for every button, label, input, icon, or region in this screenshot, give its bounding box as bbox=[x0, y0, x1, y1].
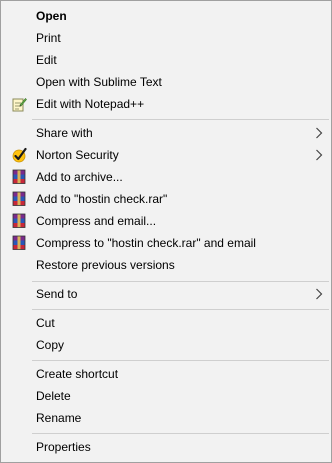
chevron-right-icon bbox=[316, 149, 323, 161]
menu-item-create-shortcut[interactable]: Create shortcut bbox=[3, 363, 329, 385]
menu-item-label: Share with bbox=[36, 126, 93, 140]
menu-item-rename[interactable]: Rename bbox=[3, 407, 329, 429]
menu-item-label: Add to "hostin check.rar" bbox=[36, 192, 168, 206]
chevron-right-icon bbox=[316, 127, 323, 139]
menu-item-label: Create shortcut bbox=[36, 367, 119, 381]
menu-item-label: Restore previous versions bbox=[36, 258, 175, 272]
menu-item-compress-and-email[interactable]: Compress and email... bbox=[3, 210, 329, 232]
menu-item-edit-with-notepad[interactable]: Edit with Notepad++ bbox=[3, 93, 329, 115]
notepad-plus-plus-icon bbox=[12, 98, 27, 112]
menu-item-label: Compress and email... bbox=[36, 214, 157, 228]
menu-item-share-with[interactable]: Share with bbox=[3, 122, 329, 144]
menu-item-label: Delete bbox=[36, 389, 71, 403]
menu-separator bbox=[32, 360, 329, 361]
menu-separator bbox=[32, 281, 329, 282]
menu-item-label: Open bbox=[36, 9, 67, 23]
winrar-icon bbox=[12, 169, 26, 184]
menu-item-add-to-rar[interactable]: Add to "hostin check.rar" bbox=[3, 188, 329, 210]
menu-item-label: Open with Sublime Text bbox=[36, 75, 162, 89]
menu-item-label: Print bbox=[36, 31, 61, 45]
menu-item-print[interactable]: Print bbox=[3, 27, 329, 49]
menu-item-send-to[interactable]: Send to bbox=[3, 283, 329, 305]
menu-item-label: Properties bbox=[36, 440, 91, 454]
winrar-icon bbox=[12, 235, 26, 250]
menu-item-label: Edit bbox=[36, 53, 57, 67]
menu-item-open-with-sublime[interactable]: Open with Sublime Text bbox=[3, 71, 329, 93]
menu-item-restore-previous-versions[interactable]: Restore previous versions bbox=[3, 254, 329, 276]
menu-item-cut[interactable]: Cut bbox=[3, 312, 329, 334]
menu-item-label: Send to bbox=[36, 287, 78, 301]
context-menu: Open Print Edit Open with Sublime Text E… bbox=[0, 0, 332, 463]
winrar-icon bbox=[12, 213, 26, 228]
menu-item-label: Cut bbox=[36, 316, 55, 330]
menu-item-open[interactable]: Open bbox=[3, 5, 329, 27]
menu-item-norton-security[interactable]: Norton Security bbox=[3, 144, 329, 166]
menu-item-label: Edit with Notepad++ bbox=[36, 97, 145, 111]
menu-separator bbox=[32, 433, 329, 434]
norton-check-icon bbox=[12, 147, 27, 163]
menu-item-label: Compress to "hostin check.rar" and email bbox=[36, 236, 256, 250]
winrar-icon bbox=[12, 191, 26, 206]
menu-item-compress-to-rar-and-email[interactable]: Compress to "hostin check.rar" and email bbox=[3, 232, 329, 254]
menu-item-label: Rename bbox=[36, 411, 82, 425]
menu-item-label: Norton Security bbox=[36, 148, 119, 162]
menu-item-copy[interactable]: Copy bbox=[3, 334, 329, 356]
menu-separator bbox=[32, 119, 329, 120]
menu-item-delete[interactable]: Delete bbox=[3, 385, 329, 407]
menu-item-label: Add to archive... bbox=[36, 170, 123, 184]
chevron-right-icon bbox=[316, 288, 323, 300]
menu-item-edit[interactable]: Edit bbox=[3, 49, 329, 71]
menu-item-properties[interactable]: Properties bbox=[3, 436, 329, 458]
menu-item-label: Copy bbox=[36, 338, 65, 352]
menu-separator bbox=[32, 309, 329, 310]
menu-item-add-to-archive[interactable]: Add to archive... bbox=[3, 166, 329, 188]
